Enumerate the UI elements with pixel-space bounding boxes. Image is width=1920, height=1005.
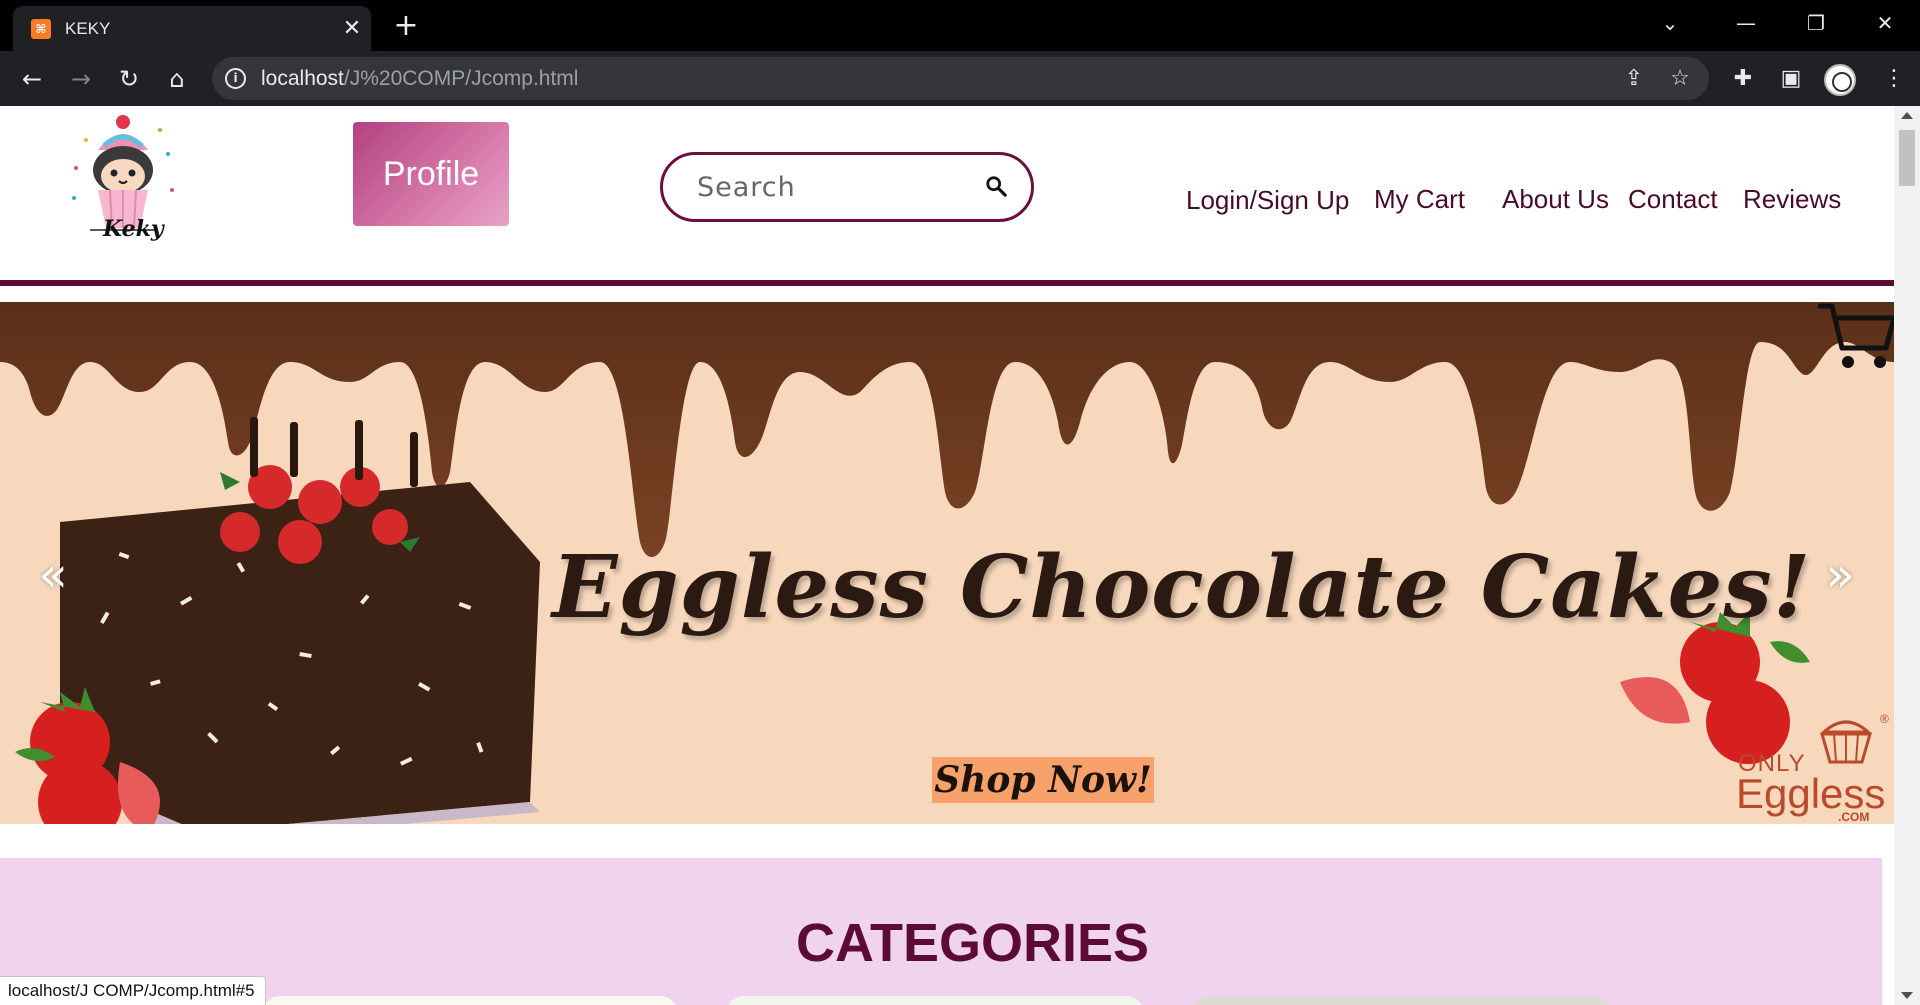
- nav-my-cart[interactable]: My Cart: [1374, 184, 1465, 215]
- url-path: /J%20COMP/Jcomp.html: [343, 67, 579, 90]
- browser-menu-icon[interactable]: ⋮: [1876, 61, 1912, 97]
- url-host: localhost: [261, 67, 344, 90]
- browser-tab-strip: ⌘ KEKY ✕ + ⌄ — ❐ ✕: [0, 0, 1920, 51]
- banner-headline: Eggless Chocolate Cakes!: [552, 537, 1812, 638]
- nav-reviews[interactable]: Reviews: [1743, 184, 1841, 215]
- nav-contact[interactable]: Contact: [1628, 184, 1718, 215]
- home-button[interactable]: ⌂: [159, 61, 195, 97]
- link-status-tooltip: localhost/J COMP/Jcomp.html#5: [0, 976, 266, 1005]
- site-info-icon[interactable]: i: [225, 68, 246, 89]
- tab-search-icon[interactable]: ⌄: [1650, 8, 1690, 38]
- header-divider: [0, 280, 1894, 286]
- forward-button[interactable]: →: [63, 61, 99, 97]
- side-panel-icon[interactable]: ▣: [1773, 61, 1809, 97]
- categories-section: CATEGORIES: [0, 858, 1882, 1005]
- search-input[interactable]: [697, 167, 957, 207]
- tab-title: KEKY: [65, 19, 111, 38]
- hero-carousel: Eggless Chocolate Cakes! Shop Now! « » O…: [0, 302, 1894, 824]
- registered-mark: ®: [1880, 712, 1889, 726]
- bookmark-star-icon[interactable]: ☆: [1664, 63, 1696, 95]
- scroll-up-arrow-icon[interactable]: [1901, 112, 1913, 119]
- search-bar: [660, 152, 1034, 222]
- share-icon[interactable]: ⇪: [1618, 63, 1650, 95]
- nav-login-signup[interactable]: Login/Sign Up: [1186, 185, 1349, 216]
- carousel-next-icon[interactable]: »: [1815, 550, 1865, 600]
- logo-wordmark: Keky: [103, 216, 164, 242]
- scroll-down-arrow-icon[interactable]: [1901, 992, 1913, 999]
- profile-button[interactable]: Profile: [353, 122, 509, 226]
- categories-title: CATEGORIES: [795, 913, 1150, 973]
- nav-about-us[interactable]: About Us: [1502, 184, 1609, 215]
- browser-tab[interactable]: ⌘ KEKY ✕: [13, 6, 371, 51]
- site-header: Keky Profile Login/Sign Up My Cart About…: [0, 106, 1894, 286]
- profile-avatar[interactable]: [1824, 64, 1856, 96]
- scroll-thumb[interactable]: [1899, 130, 1915, 186]
- search-icon[interactable]: [985, 175, 1007, 197]
- category-card[interactable]: [1192, 996, 1612, 1005]
- tab-close-icon[interactable]: ✕: [338, 15, 366, 43]
- url-text[interactable]: localhost/J%20COMP/Jcomp.html: [261, 67, 578, 91]
- page-scrollbar[interactable]: [1894, 106, 1920, 1005]
- brand-com-text: .COM: [1838, 810, 1870, 824]
- category-card[interactable]: [262, 996, 678, 1005]
- address-bar[interactable]: i localhost/J%20COMP/Jcomp.html ⇪ ☆: [212, 57, 1709, 100]
- back-button[interactable]: ←: [14, 61, 50, 97]
- reload-button[interactable]: ↻: [111, 61, 147, 97]
- category-card[interactable]: [726, 996, 1144, 1005]
- cart-icon[interactable]: [1818, 302, 1894, 372]
- shop-now-button[interactable]: Shop Now!: [932, 757, 1154, 803]
- extensions-icon[interactable]: ✚: [1725, 61, 1761, 97]
- window-close-button[interactable]: ✕: [1865, 8, 1905, 38]
- xampp-favicon-icon: ⌘: [31, 19, 51, 39]
- browser-toolbar: ← → ↻ ⌂ i localhost/J%20COMP/Jcomp.html …: [0, 51, 1920, 106]
- new-tab-button[interactable]: +: [390, 10, 422, 42]
- minimize-button[interactable]: —: [1726, 8, 1766, 38]
- carousel-prev-icon[interactable]: «: [28, 550, 78, 600]
- restore-button[interactable]: ❐: [1796, 8, 1836, 38]
- page-viewport: Keky Profile Login/Sign Up My Cart About…: [0, 106, 1894, 1005]
